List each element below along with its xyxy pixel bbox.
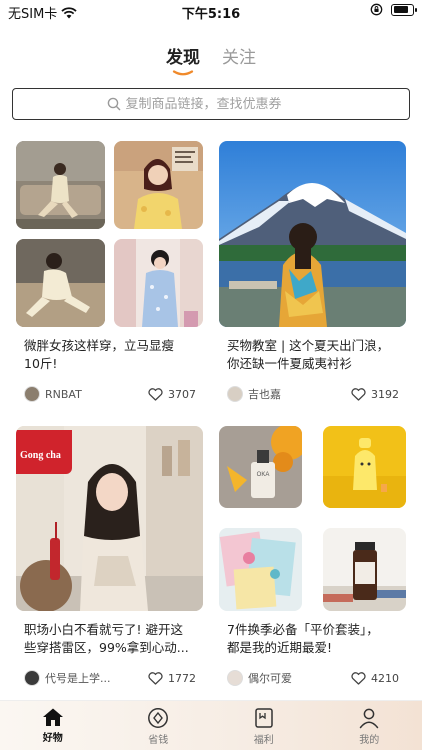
- like-count: 4210: [371, 671, 399, 685]
- heart-icon: [148, 671, 163, 685]
- card-2-title-line-2: 你还缺一件夏威夷衬衫: [227, 356, 353, 371]
- like-button[interactable]: 1772: [148, 668, 196, 688]
- card-3-title-line-2: 些穿搭雷区，99%拿到心动...: [24, 640, 189, 655]
- heart-icon: [351, 671, 366, 685]
- card-4-title: 7件换季必备「平价套装」， 都是我的近期最爱!: [227, 621, 409, 657]
- card-4-photo-3: [219, 528, 302, 611]
- card-1-title: 微胖女孩这样穿，立马显瘦 10斤!: [24, 337, 204, 373]
- nav-label-welfare: 福利: [253, 735, 274, 746]
- author-name[interactable]: RNBAT: [45, 388, 82, 401]
- feed-card-3[interactable]: Gong cha 职场小白不看就亏了! 避开这 些穿搭雷区，99%拿到心动...…: [16, 426, 203, 693]
- top-tabs: 发现 关注: [0, 43, 422, 78]
- tab-discover[interactable]: 发现: [166, 43, 200, 78]
- card-1-title-line-1: 微胖女孩这样穿，立马显瘦: [24, 338, 175, 353]
- home-icon: [42, 708, 63, 726]
- like-count: 3192: [371, 387, 399, 401]
- orientation-lock-icon: [370, 3, 383, 16]
- card-2-meta: 吉也嘉 3192: [227, 384, 399, 404]
- feed-card-1[interactable]: 微胖女孩这样穿，立马显瘦 10斤! RNBAT 3707: [16, 141, 203, 409]
- card-2-photo: [219, 141, 406, 327]
- nav-label-save: 省钱: [148, 735, 169, 746]
- card-3-sign: Gong cha: [16, 430, 72, 474]
- card-2-title-line-1: 买物教室 | 这个夏天出门浪，: [227, 338, 390, 353]
- card-3-title: 职场小白不看就亏了! 避开这 些穿搭雷区，99%拿到心动...: [24, 621, 206, 657]
- card-4-photo-1: OKA: [219, 426, 302, 508]
- heart-icon: [148, 387, 163, 401]
- card-1-meta: RNBAT 3707: [24, 384, 196, 404]
- tab-follow[interactable]: 关注: [222, 43, 256, 78]
- card-1-photo-2: [114, 141, 203, 229]
- user-icon: [360, 708, 379, 729]
- card-4-title-line-2: 都是我的近期最爱!: [227, 640, 333, 655]
- card-4-photo-4: [323, 528, 406, 611]
- author-name[interactable]: 偶尔可爱: [248, 670, 292, 686]
- avatar[interactable]: [227, 670, 243, 686]
- card-3-sign-text: Gong cha: [20, 450, 61, 461]
- tab-active-indicator: [172, 70, 194, 76]
- card-4-title-line-1: 7件换季必备「平价套装」，: [227, 622, 379, 637]
- heart-icon: [351, 387, 366, 401]
- like-button[interactable]: 4210: [351, 668, 399, 688]
- avatar[interactable]: [227, 386, 243, 402]
- card-4-photo-2: [323, 426, 406, 508]
- card-1-photo-1: [16, 141, 105, 229]
- feed-card-4[interactable]: OKA 7件换季必备「平价套装」， 都是我的近期最爱! 偶尔可爱 4210: [219, 426, 406, 693]
- bottom-nav: 好物 省钱 福利 我的: [0, 700, 422, 750]
- battery-level: [393, 6, 409, 13]
- nav-item-goods[interactable]: 好物: [0, 701, 106, 750]
- like-count: 1772: [168, 671, 196, 685]
- avatar[interactable]: [24, 670, 40, 686]
- nav-item-me[interactable]: 我的: [317, 701, 422, 750]
- tab-follow-label: 关注: [222, 48, 256, 68]
- feed-card-2[interactable]: 买物教室 | 这个夏天出门浪， 你还缺一件夏威夷衬衫 吉也嘉 3192: [219, 141, 406, 409]
- battery-icon: [391, 3, 417, 16]
- like-count: 3707: [168, 387, 196, 401]
- search-icon: [107, 97, 120, 111]
- card-2-title: 买物教室 | 这个夏天出门浪， 你还缺一件夏威夷衬衫: [227, 337, 407, 373]
- search-bar[interactable]: [12, 88, 410, 120]
- coin-diamond-icon: [148, 708, 169, 728]
- card-3-title-line-1: 职场小白不看就亏了! 避开这: [24, 622, 183, 637]
- status-right: [370, 3, 417, 16]
- status-bar: 无SIM卡 下午5:16: [0, 0, 422, 22]
- like-button[interactable]: 3192: [351, 384, 399, 404]
- nav-label-me: 我的: [359, 735, 380, 746]
- nav-item-welfare[interactable]: 福利: [211, 701, 317, 750]
- card-3-meta: 代号是上学... 1772: [24, 668, 196, 688]
- search-input[interactable]: [125, 96, 316, 112]
- card-4-meta: 偶尔可爱 4210: [227, 668, 399, 688]
- bookmark-icon: [255, 708, 273, 728]
- avatar[interactable]: [24, 386, 40, 402]
- author-name[interactable]: 代号是上学...: [45, 670, 111, 686]
- card-1-photo-3: [16, 239, 105, 327]
- nav-item-save[interactable]: 省钱: [106, 701, 212, 750]
- like-button[interactable]: 3707: [148, 384, 196, 404]
- nav-label-goods: 好物: [42, 733, 63, 744]
- status-time: 下午5:16: [181, 7, 241, 22]
- card-1-photo-4: [114, 239, 203, 327]
- tab-discover-label: 发现: [166, 48, 200, 68]
- card-4-bottle-text: OKA: [256, 472, 270, 478]
- card-3-photo: Gong cha: [16, 426, 203, 611]
- author-name[interactable]: 吉也嘉: [248, 386, 281, 402]
- card-1-title-line-2: 10斤!: [24, 356, 58, 371]
